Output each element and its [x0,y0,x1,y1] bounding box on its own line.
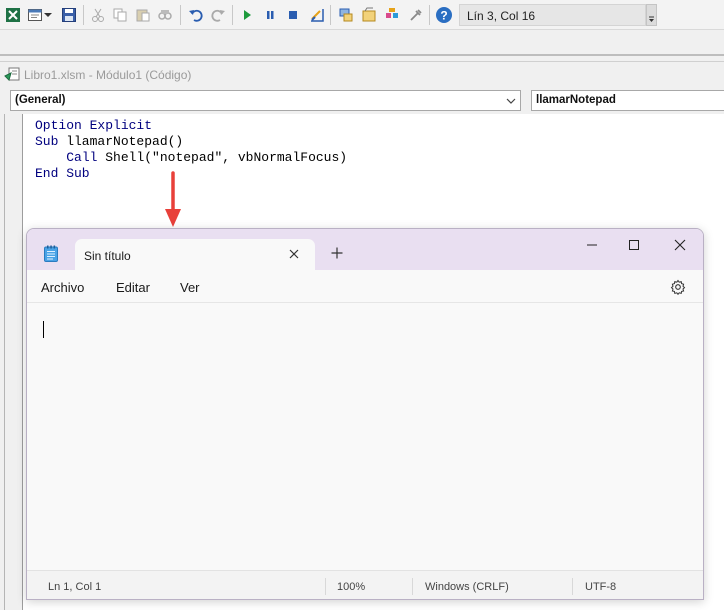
code-line: Call Shell("notepad", vbNormalFocus) [66,150,348,165]
menu-file[interactable]: Archivo [41,280,84,295]
object-combo-value: (General) [15,94,66,106]
notepad-tab[interactable]: Sin título [75,239,315,270]
save-icon[interactable] [59,5,79,25]
stop-icon[interactable] [283,5,303,25]
cursor-position-readout: Lín 3, Col 16 [459,4,646,26]
notepad-titlebar[interactable]: Sin título [27,229,703,270]
close-tab-icon[interactable] [286,246,302,262]
notepad-text-area[interactable] [27,303,703,569]
text-caret [43,321,44,338]
design-mode-icon[interactable] [307,5,327,25]
project-explorer-icon[interactable] [336,5,356,25]
procedure-combo[interactable]: llamarNotepad [531,90,724,111]
code-margin-indicator-bar[interactable] [5,114,23,610]
insert-dropdown-icon[interactable] [42,5,54,25]
status-encoding[interactable]: UTF-8 [585,581,616,593]
chevron-down-icon[interactable] [504,91,518,110]
object-combo[interactable]: (General) [10,90,521,111]
vba-toolbar: ? Lín 3, Col 16 [0,0,724,30]
properties-icon[interactable] [359,5,379,25]
notepad-menubar: Archivo Editar Ver [27,270,703,303]
paste-icon[interactable] [133,5,153,25]
module-window-title: Libro1.xlsm - Módulo1 (Código) [24,68,192,82]
cut-icon[interactable] [88,5,108,25]
toolbar-overflow-handle[interactable] [646,4,657,26]
svg-text:?: ? [440,9,447,23]
procedure-combo-value: llamarNotepad [536,94,616,106]
status-line-ending[interactable]: Windows (CRLF) [425,581,509,593]
new-tab-plus-icon[interactable] [329,245,345,261]
help-icon[interactable]: ? [434,5,454,25]
run-icon[interactable] [237,5,257,25]
annotation-arrow-down-icon [165,171,181,227]
vba-module-icon [4,67,20,81]
code-line: End Sub [35,166,90,181]
toolbar-dock-area [0,30,724,56]
menu-edit[interactable]: Editar [116,280,150,295]
toolbox-icon[interactable] [406,5,426,25]
menu-view[interactable]: Ver [180,280,200,295]
undo-icon[interactable] [186,5,206,25]
redo-icon[interactable] [208,5,228,25]
object-browser-icon[interactable] [382,5,402,25]
view-excel-icon[interactable] [3,5,23,25]
status-zoom[interactable]: 100% [337,581,365,593]
code-line: Option Explicit [35,118,153,133]
pause-icon[interactable] [260,5,280,25]
copy-icon[interactable] [110,5,130,25]
status-cursor-position: Ln 1, Col 1 [48,581,102,593]
maximize-icon[interactable] [622,235,646,255]
module-window-titlebar: Libro1.xlsm - Módulo1 (Código) [0,63,724,87]
notepad-app-icon [44,245,58,262]
minimize-icon[interactable] [580,235,604,255]
notepad-statusbar: Ln 1, Col 1 100% Windows (CRLF) UTF-8 [27,570,703,599]
find-icon[interactable] [155,5,175,25]
code-text[interactable]: Option Explicit Sub llamarNotepad() Call … [35,118,347,182]
notepad-window: Sin título Archivo Editar Ver Ln 1, Col … [26,228,704,600]
code-line: Sub llamarNotepad() [35,134,184,149]
notepad-tab-title: Sin título [84,249,131,263]
module-combo-bar: (General) llamarNotepad [0,87,724,113]
settings-gear-icon[interactable] [670,279,686,295]
close-window-icon[interactable] [668,235,692,255]
